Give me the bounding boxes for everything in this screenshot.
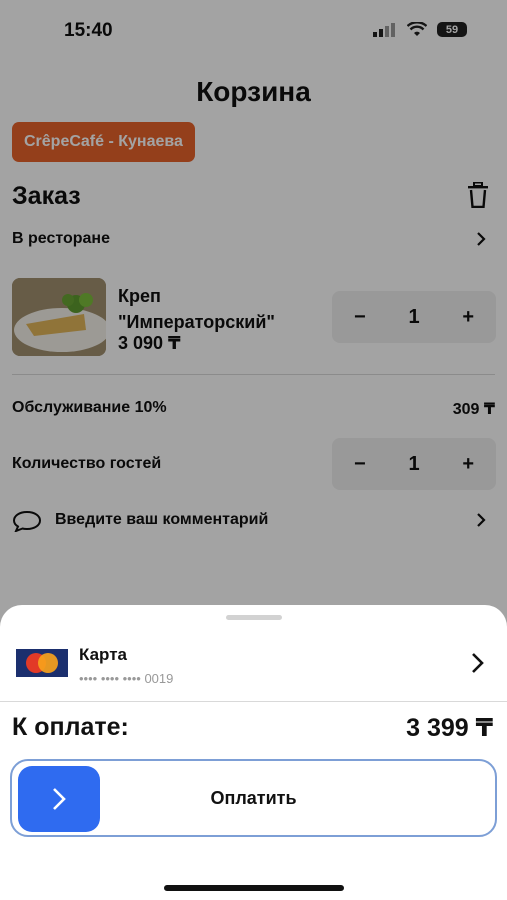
total-value: 3 399 ₸ <box>406 714 493 742</box>
chevron-right-icon <box>53 788 66 810</box>
payment-sheet <box>0 605 507 900</box>
divider <box>0 701 507 702</box>
sheet-grabber[interactable] <box>226 615 282 620</box>
mastercard-icon <box>16 649 68 677</box>
payment-method-label[interactable]: Карта <box>79 645 127 665</box>
pay-slider-handle[interactable] <box>18 766 100 832</box>
pay-button-label: Оплатить <box>210 788 297 808</box>
total-label: К оплате: <box>12 713 129 741</box>
home-indicator[interactable] <box>164 885 344 891</box>
chevron-right-icon[interactable] <box>471 652 485 674</box>
card-number: •••• •••• •••• 0019 <box>79 671 174 686</box>
